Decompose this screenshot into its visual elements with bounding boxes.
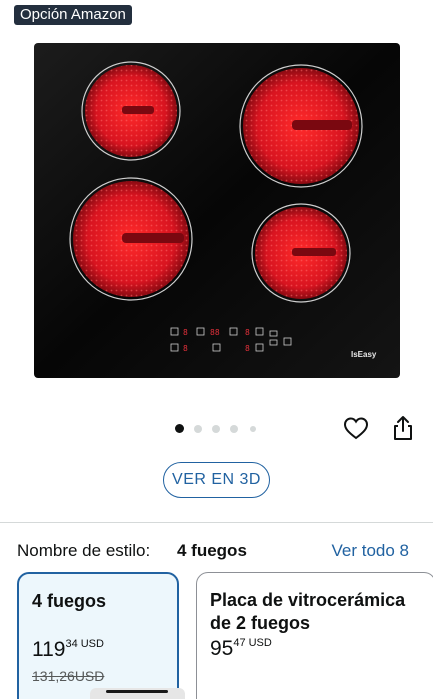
brand-logo: IsEasy: [351, 350, 377, 359]
svg-text:8: 8: [183, 344, 188, 353]
burner-top-left: [81, 61, 181, 161]
style-label: Nombre de estilo:: [17, 541, 151, 560]
style-selected-value: 4 fuegos: [177, 541, 247, 560]
carousel-dot[interactable]: [250, 426, 256, 432]
carousel-dot[interactable]: [194, 425, 202, 433]
share-icon[interactable]: [389, 414, 417, 442]
svg-text:8: 8: [245, 344, 250, 353]
svg-text:88: 88: [210, 328, 220, 337]
product-image[interactable]: 8 88 8 8 8 IsEasy: [34, 43, 400, 378]
option-price: 11934 USD: [32, 638, 104, 661]
burner-bottom-right: [251, 203, 351, 303]
style-option-card[interactable]: Placa de vitrocerámica de 2 fuegos 9547 U…: [196, 572, 433, 699]
option-title: Placa de vitrocerámica de 2 fuegos: [210, 590, 406, 633]
style-selector: Nombre de estilo: 4 fuegos Ver todo 8: [17, 541, 417, 565]
svg-text:8: 8: [183, 328, 188, 337]
section-divider: [0, 522, 433, 523]
svg-text:8: 8: [245, 328, 250, 337]
bottom-sheet-handle[interactable]: [90, 688, 185, 699]
carousel-dot[interactable]: [175, 424, 184, 433]
option-price: 9547 USD: [210, 637, 272, 660]
amazon-choice-badge: Opción Amazon: [14, 5, 132, 25]
view-3d-button[interactable]: VER EN 3D: [163, 462, 270, 498]
option-title: 4 fuegos: [32, 591, 107, 611]
style-option-card-selected[interactable]: 4 fuegos 11934 USD 131,26USD: [17, 572, 179, 699]
see-all-styles-link[interactable]: Ver todo 8: [331, 541, 409, 561]
option-old-price: 131,26USD: [32, 668, 105, 684]
carousel-dot[interactable]: [212, 425, 220, 433]
heart-icon[interactable]: [342, 414, 370, 442]
carousel-dot[interactable]: [230, 425, 238, 433]
